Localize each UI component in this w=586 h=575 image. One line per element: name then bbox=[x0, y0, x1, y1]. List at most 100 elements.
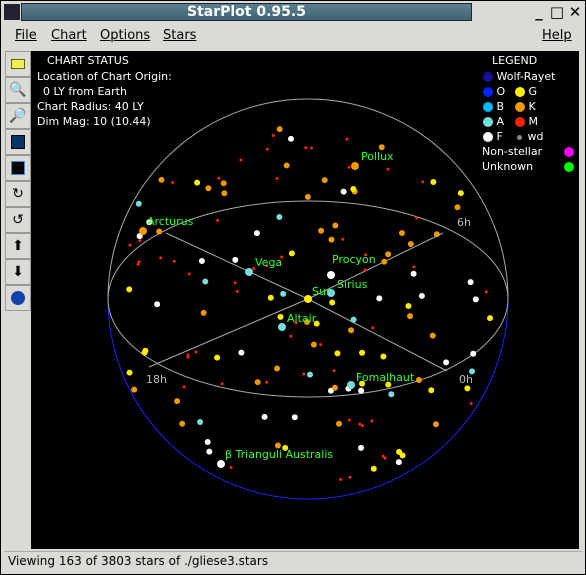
star-marker bbox=[321, 177, 328, 184]
arrow-down-icon: ⬇ bbox=[12, 264, 24, 280]
maximize-button[interactable]: □ bbox=[549, 3, 565, 21]
tilt-up-button[interactable]: ⬆ bbox=[5, 233, 31, 259]
star-marker bbox=[487, 315, 494, 322]
star-marker bbox=[319, 343, 323, 347]
legend-label: wd bbox=[527, 130, 544, 143]
title-bar[interactable]: StarPlot 0.95.5 _ □ ✕ bbox=[1, 1, 585, 23]
legend-b: B bbox=[483, 100, 504, 113]
star-marker bbox=[395, 459, 402, 466]
star-marker bbox=[329, 299, 336, 306]
star-marker bbox=[220, 382, 224, 386]
close-button[interactable]: ✕ bbox=[567, 3, 583, 21]
star-label-arcturus[interactable]: Arcturus bbox=[147, 215, 193, 228]
star-marker bbox=[341, 237, 345, 241]
legend-dot bbox=[483, 132, 493, 142]
ra-line bbox=[307, 298, 448, 372]
star-marker bbox=[399, 452, 406, 459]
star-marker bbox=[407, 313, 414, 320]
star-marker bbox=[202, 278, 209, 285]
menu-options[interactable]: Options bbox=[100, 28, 150, 43]
star-label-sun[interactable]: Sun bbox=[312, 285, 333, 298]
star-marker bbox=[359, 349, 366, 356]
menu-bar: File Chart Options Stars Help bbox=[1, 24, 585, 48]
origin-value: 0 LY from Earth bbox=[43, 85, 127, 98]
legend-dot bbox=[483, 87, 493, 97]
star-marker bbox=[136, 262, 140, 266]
star-marker bbox=[304, 193, 311, 200]
star-marker bbox=[137, 260, 141, 264]
star-marker bbox=[238, 349, 245, 356]
menu-file[interactable]: File bbox=[15, 28, 37, 43]
star-marker bbox=[271, 134, 275, 138]
star-marker bbox=[304, 146, 308, 150]
legend-o: O bbox=[483, 85, 505, 98]
star-marker bbox=[415, 376, 422, 383]
star-marker bbox=[405, 303, 412, 310]
dim-mag: Dim Mag: 10 (10.44) bbox=[37, 115, 151, 128]
legend-wd: wd bbox=[515, 130, 543, 143]
star-label-vega[interactable]: Vega bbox=[255, 256, 282, 269]
zoom-in-button[interactable]: 🔍 bbox=[5, 77, 31, 103]
legend-k: K bbox=[515, 100, 536, 113]
star-marker bbox=[131, 386, 138, 393]
toolbar: 🔍 🔎 ↻ ↺ ⬆ ⬇ bbox=[5, 51, 31, 311]
named-star-marker-3 bbox=[327, 271, 335, 279]
star-field-button[interactable] bbox=[5, 155, 31, 181]
star-marker bbox=[331, 384, 338, 391]
star-marker bbox=[221, 190, 228, 197]
legend-non-stellar: Non-stellar bbox=[482, 145, 574, 158]
star-marker bbox=[194, 179, 201, 186]
legend-dot bbox=[483, 102, 493, 112]
star-marker bbox=[174, 398, 181, 405]
star-marker bbox=[135, 200, 142, 207]
star-marker bbox=[253, 230, 260, 237]
star-label-sirius[interactable]: Sirius bbox=[337, 278, 367, 291]
menu-help[interactable]: Help bbox=[542, 28, 572, 43]
star-marker bbox=[216, 218, 220, 222]
tilt-down-button[interactable]: ⬇ bbox=[5, 259, 31, 285]
star-marker bbox=[261, 413, 268, 420]
star-marker bbox=[383, 456, 387, 460]
legend-heading: LEGEND bbox=[492, 54, 538, 67]
axis-label-6h: 6h bbox=[457, 216, 471, 229]
star-label-fomalhaut[interactable]: Fomalhaut bbox=[356, 371, 414, 384]
star-marker bbox=[484, 290, 488, 294]
starplot-window: StarPlot 0.95.5 _ □ ✕ File Chart Options… bbox=[0, 0, 586, 575]
star-marker bbox=[126, 369, 133, 376]
star-marker bbox=[360, 424, 364, 428]
star-label-pollux[interactable]: Pollux bbox=[361, 150, 394, 163]
legend-label: G bbox=[528, 85, 538, 98]
star-marker bbox=[464, 385, 471, 392]
minimize-button[interactable]: _ bbox=[531, 3, 547, 21]
named-star-marker-7 bbox=[347, 381, 355, 389]
zoom-out-button[interactable]: 🔎 bbox=[5, 103, 31, 129]
star-marker bbox=[276, 126, 283, 133]
star-label-beta-trianguli-australis[interactable]: β Trianguli Australis bbox=[225, 448, 333, 461]
star-label-procyon[interactable]: Procyon bbox=[332, 253, 376, 266]
globe-button[interactable] bbox=[5, 285, 31, 311]
star-marker bbox=[386, 167, 390, 171]
open-button[interactable] bbox=[5, 51, 31, 77]
legend-label: M bbox=[528, 115, 539, 128]
axis-label-0h: 0h bbox=[459, 373, 473, 386]
star-marker bbox=[332, 369, 336, 373]
star-marker bbox=[432, 421, 439, 428]
star-marker bbox=[274, 365, 281, 372]
menu-chart[interactable]: Chart bbox=[51, 28, 87, 43]
legend-wolf-rayet: Wolf-Rayet bbox=[483, 70, 556, 83]
star-marker bbox=[412, 265, 416, 269]
rotate-cw-button[interactable]: ↻ bbox=[5, 181, 31, 207]
chart-view-button[interactable] bbox=[5, 129, 31, 155]
star-marker bbox=[467, 279, 474, 286]
star-label-altair[interactable]: Altair bbox=[287, 312, 316, 325]
star-chart[interactable]: CHART STATUS Location of Chart Origin: 0… bbox=[31, 51, 579, 549]
legend-label: B bbox=[496, 100, 505, 113]
rotate-ccw-button[interactable]: ↺ bbox=[5, 207, 31, 233]
star-marker bbox=[187, 272, 191, 276]
star-marker bbox=[336, 420, 343, 427]
star-marker bbox=[265, 380, 269, 384]
legend-a: A bbox=[483, 115, 504, 128]
named-star-marker-1 bbox=[139, 227, 147, 235]
menu-stars[interactable]: Stars bbox=[163, 28, 196, 43]
named-star-marker-2 bbox=[245, 268, 253, 276]
